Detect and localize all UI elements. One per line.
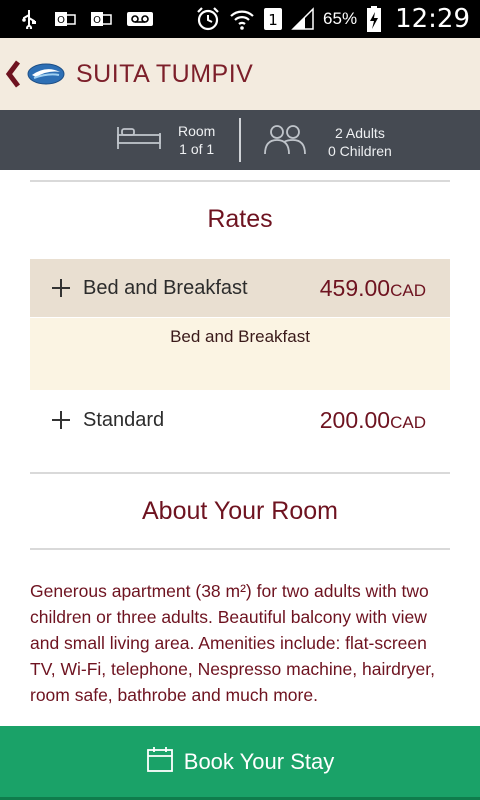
calendar-icon [146,745,174,778]
rate-name: Bed and Breakfast [83,276,248,299]
about-title: About Your Room [142,497,338,525]
summary-divider [239,118,241,162]
room-description: Generous apartment (38 m²) for two adult… [30,581,435,705]
usb-icon [18,9,40,29]
rate-detail-panel: Bed and Breakfast [30,318,450,390]
guests-icon [262,122,308,161]
rate-price: 459.00CAD [320,275,426,302]
rate-currency: CAD [390,280,426,300]
svg-text:O: O [93,15,101,26]
app-header: SUITA TUMPIV [0,38,480,110]
rate-name: Standard [83,408,165,431]
book-your-stay-button[interactable]: Book Your Stay [0,726,480,800]
battery-charging-icon [365,5,383,33]
rate-row-standard[interactable]: Standard 200.00CAD [30,391,450,449]
outlook-icon: O [90,9,112,29]
clock: 12:29 [395,4,470,34]
voicemail-icon [126,9,154,29]
hotel-logo-icon[interactable] [26,61,66,87]
sim-icon: 1 [263,7,283,31]
battery-percentage: 65% [323,9,358,28]
plus-icon [52,279,70,297]
wifi-icon [229,6,255,32]
room-summary[interactable]: Room 1 of 1 [116,122,215,158]
hotel-title: SUITA TUMPIV [76,59,254,88]
guests-summary[interactable]: 2 Adults 0 Children [262,122,392,161]
divider [30,548,450,550]
rate-amount: 459.00 [319,274,391,301]
rate-row-bed-and-breakfast[interactable]: Bed and Breakfast 459.00CAD [30,259,450,317]
room-label: Room [178,123,216,139]
bed-icon [116,125,162,156]
adults-count: 2 Adults [335,124,385,141]
rate-amount: 200.00 [319,406,391,433]
svg-text:O: O [57,15,65,26]
outlook-icon: O [54,9,76,29]
children-count: 0 Children [328,142,392,159]
rate-detail-text: Bed and Breakfast [170,327,310,346]
rate-price: 200.00CAD [320,407,426,434]
room-count: 1 of 1 [179,141,215,157]
back-chevron-icon[interactable] [2,54,24,94]
divider [30,180,450,182]
rate-currency: CAD [390,412,426,432]
booking-summary-bar: Room 1 of 1 2 Adults 0 Children [0,110,480,170]
divider [30,472,450,474]
signal-icon [291,7,315,31]
alarm-icon [195,6,221,32]
plus-icon [52,411,70,429]
sim-number: 1 [268,11,278,29]
rates-title: Rates [207,205,273,233]
book-button-label: Book Your Stay [183,748,335,774]
status-bar: O O 1 65% 12:29 [0,0,480,38]
